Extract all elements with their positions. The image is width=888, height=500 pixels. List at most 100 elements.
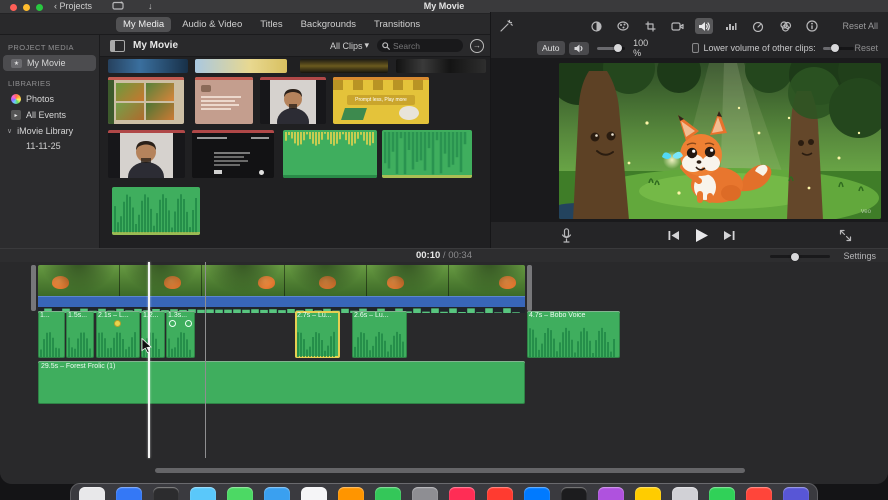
media-thumbnail[interactable] <box>108 59 188 73</box>
media-thumbnail-audio[interactable] <box>112 187 200 235</box>
dock-app-icon[interactable] <box>227 487 254 500</box>
mute-button[interactable] <box>568 41 589 55</box>
clip-trim-handle-right[interactable] <box>527 265 532 311</box>
timeline-settings-button[interactable]: Settings <box>843 251 876 261</box>
film-frame <box>284 265 367 296</box>
sidebar-item-imovie-library[interactable]: ∨ iMovie Library <box>3 123 96 139</box>
timeline-playhead[interactable] <box>148 262 150 458</box>
media-thumbnail-audio[interactable] <box>382 130 472 178</box>
dock-app-icon[interactable] <box>486 487 513 500</box>
effect-badge[interactable] <box>185 320 192 327</box>
noise-reduction-icon[interactable] <box>722 18 740 34</box>
reset-button[interactable]: Reset <box>854 43 878 53</box>
media-thumbnail-slide[interactable]: Prompt less, Play more <box>333 77 429 124</box>
audio-clip[interactable]: 2.1s – L... <box>96 311 140 358</box>
clip-trim-handle-left[interactable] <box>31 265 36 311</box>
search-input[interactable]: Search <box>377 39 463 52</box>
timeline-horizontal-scrollbar[interactable] <box>155 468 745 473</box>
volume-icon[interactable] <box>695 18 713 34</box>
sidebar-item-my-movie[interactable]: ★ My Movie <box>3 55 96 71</box>
dock-app-icon[interactable] <box>708 487 735 500</box>
dock-app-icon[interactable] <box>523 487 550 500</box>
dock-app-icon[interactable] <box>671 487 698 500</box>
auto-volume-button[interactable]: Auto <box>537 41 565 55</box>
reset-all-button[interactable]: Reset All <box>842 21 878 31</box>
total-time: 00:34 <box>448 250 472 261</box>
dock-app-icon[interactable] <box>449 487 476 500</box>
sidebar-item-label: iMovie Library <box>17 126 74 136</box>
dock-app-icon[interactable] <box>560 487 587 500</box>
dock-app-icon[interactable] <box>745 487 772 500</box>
enhance-wand-icon[interactable] <box>499 19 513 33</box>
background-music-clip[interactable]: 29.5s – Forest Frolic (1) <box>38 361 525 404</box>
fullscreen-icon[interactable] <box>839 229 852 242</box>
dock-app-icon[interactable] <box>597 487 624 500</box>
clip-filter-dropdown[interactable]: All Clips ▾ <box>330 40 369 51</box>
preview-video[interactable]: Veo <box>559 63 881 219</box>
libraries-header: LIBRARIES <box>8 79 51 88</box>
dock-app-icon[interactable] <box>264 487 291 500</box>
project-icon: ★ <box>11 58 22 68</box>
dock-app-icon[interactable] <box>116 487 143 500</box>
media-thumbnail-document[interactable] <box>195 77 253 124</box>
audio-clip[interactable]: 2.6s – Lu... <box>352 311 407 358</box>
dock-app-icon[interactable] <box>153 487 180 500</box>
media-thumbnail[interactable] <box>195 59 287 73</box>
speed-icon[interactable] <box>749 18 767 34</box>
crop-icon[interactable] <box>641 18 659 34</box>
imovie-window: ‹ Projects ↓ My Movie My Media Audio & Vi… <box>0 0 888 484</box>
media-thumbnail[interactable] <box>300 59 388 73</box>
audio-clip[interactable]: 4.7s – Bobo Voice <box>527 311 620 358</box>
veo-watermark: Veo <box>861 209 872 215</box>
tab-transitions[interactable]: Transitions <box>367 17 427 32</box>
clip-filter-icon[interactable] <box>776 18 794 34</box>
media-thumbnail-webcam[interactable] <box>260 77 326 124</box>
clip-info-icon[interactable] <box>803 18 821 34</box>
sidebar-item-photos[interactable]: Photos <box>3 91 96 107</box>
sidebar-item-all-events[interactable]: ▸ All Events <box>3 107 96 123</box>
media-thumbnail-webcam[interactable] <box>108 130 185 178</box>
sidebar-item-event-date[interactable]: 11-11-25 <box>0 139 99 153</box>
dock-app-icon[interactable] <box>301 487 328 500</box>
timeline-zoom-slider[interactable] <box>770 252 830 261</box>
dock-app-icon[interactable] <box>190 487 217 500</box>
disclosure-chevron-icon[interactable]: ∨ <box>7 127 12 135</box>
media-thumbnail-fox-grid[interactable] <box>108 77 184 124</box>
tab-backgrounds[interactable]: Backgrounds <box>294 17 363 32</box>
tab-titles[interactable]: Titles <box>253 17 289 32</box>
adjustment-toolbar: Reset All <box>491 16 888 38</box>
tab-audio-video[interactable]: Audio & Video <box>175 17 249 32</box>
media-thumbnail[interactable] <box>396 59 486 73</box>
audio-clip[interactable]: 1... <box>38 311 65 358</box>
film-frame <box>120 265 203 296</box>
video-clip-filmstrip[interactable] <box>38 265 525 296</box>
color-correction-icon[interactable] <box>614 18 632 34</box>
tab-my-media[interactable]: My Media <box>116 16 172 32</box>
toggle-sidebar-icon[interactable] <box>110 39 125 52</box>
dock-app-icon[interactable] <box>79 487 105 500</box>
dock-app-icon[interactable] <box>338 487 365 500</box>
volume-slider[interactable] <box>596 44 626 52</box>
dock <box>70 483 818 500</box>
ducking-slider[interactable] <box>822 44 855 52</box>
effect-badge[interactable] <box>169 320 176 327</box>
play-button-icon[interactable] <box>694 228 709 243</box>
audio-clip[interactable]: 1.3s... <box>166 311 195 358</box>
clip-forward-icon[interactable]: → <box>470 38 484 53</box>
effect-badge[interactable] <box>114 320 121 327</box>
audio-clip[interactable]: 1.5s... <box>66 311 94 358</box>
media-thumbnail-terminal[interactable] <box>192 130 274 178</box>
lower-volume-checkbox[interactable] <box>692 43 699 53</box>
dock-app-icon[interactable] <box>634 487 661 500</box>
voiceover-mic-icon[interactable] <box>561 227 572 243</box>
previous-frame-icon[interactable] <box>668 230 680 241</box>
dock-app-icon[interactable] <box>782 487 809 500</box>
audio-clip-selected[interactable]: 2.7s – Lu... <box>295 311 340 358</box>
timeline: 1... 1.5s... 2.1s – L... 1.2... 1.3s... <box>0 262 888 484</box>
color-balance-icon[interactable] <box>587 18 605 34</box>
media-thumbnail-audio[interactable] <box>283 130 377 178</box>
dock-app-icon[interactable] <box>412 487 439 500</box>
next-frame-icon[interactable] <box>723 230 735 241</box>
dock-app-icon[interactable] <box>375 487 402 500</box>
stabilization-icon[interactable] <box>668 18 686 34</box>
